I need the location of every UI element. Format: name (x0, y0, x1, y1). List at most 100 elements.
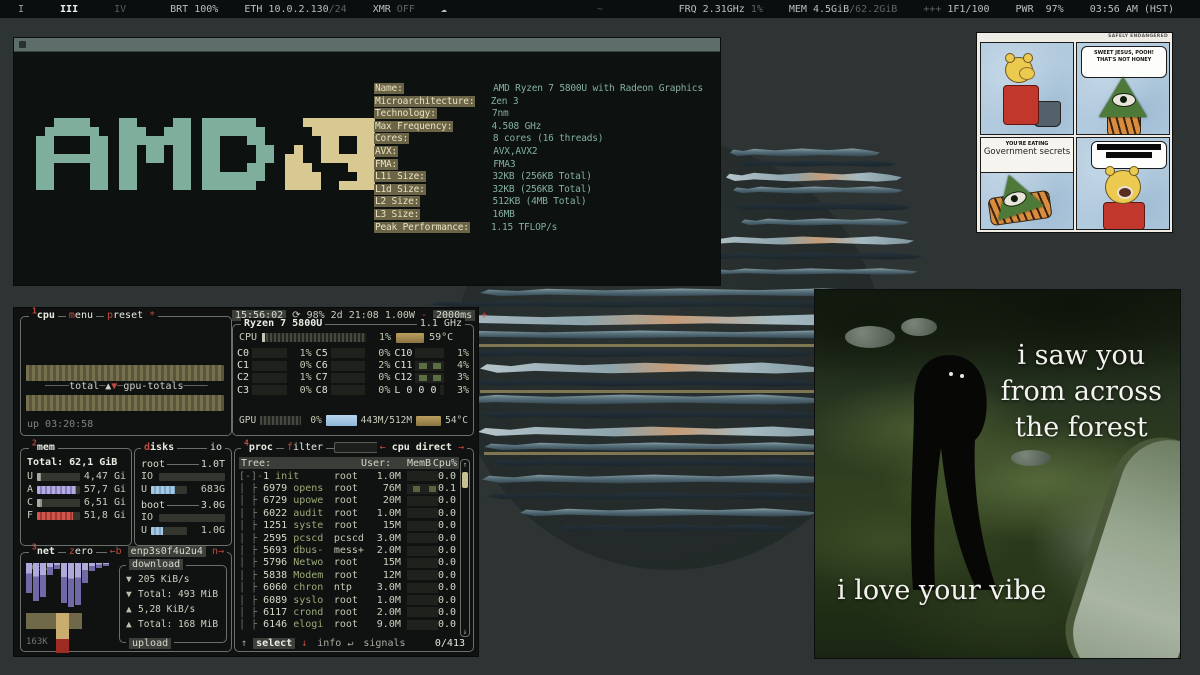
tab-disks[interactable]: disks (141, 442, 177, 453)
disk-used-row: U1.0G (141, 525, 225, 536)
mem-meter-row: A57,7 Gi (27, 484, 126, 495)
amd-letter (202, 118, 274, 190)
terminal-body[interactable]: Name:AMD Ryzen 7 5800U with Radeon Graph… (14, 52, 720, 285)
comic-panel-1 (980, 42, 1074, 135)
net-stats-box: download ▼205 KiB/s▼Total: 493 MiB▲5,28 … (119, 565, 227, 643)
net-download-bar (33, 563, 39, 601)
amd-letter (36, 118, 108, 190)
focused-window-title: ~ (0, 4, 1200, 15)
status-bar: IIIIIV BRT 100% ETH 10.0.2.130/24 XMR OF… (0, 0, 1200, 18)
core-usage-cell: C01% (237, 347, 312, 359)
tab-proc[interactable]: 4proc (241, 442, 276, 453)
disk-io-row: IO (141, 512, 225, 523)
info-control[interactable]: info ↵ (317, 638, 353, 649)
cpufetch-row: Name:AMD Ryzen 7 5800U with Radeon Graph… (374, 83, 703, 96)
core-usage-cell: L 0 0 03% (394, 384, 469, 396)
cpu-usage-row: CPU 1% 59°C (239, 332, 468, 343)
mem-meter-row: U4,47 Gi (27, 471, 126, 482)
scroll-down-icon[interactable]: ↓ (461, 627, 469, 636)
core-usage-cell: C50% (316, 347, 391, 359)
uptime-text: up 03:20:58 (27, 419, 93, 430)
cpu-model-title: Ryzen 7 5800U (241, 318, 325, 329)
cpu-current-freq: 1.1 GHz (417, 318, 465, 329)
net-download-bar (103, 563, 109, 566)
net-iface-switcher[interactable]: ←b enp3s0f4u2u4 n→ (107, 546, 227, 557)
process-row[interactable]: │ ├ 6089 sysloroot1.0M0.0 (239, 594, 459, 606)
comic-bubble-text: SWEET JESUS, POOH! THAT'S NOT HONEY (1082, 47, 1166, 66)
core-usage-cell: C70% (316, 372, 391, 384)
cpufetch-row: Technology:7nm (374, 108, 703, 121)
process-row[interactable]: │ ├ 1251 systeroot15M0.0 (239, 520, 459, 532)
proc-graph-mode[interactable]: ← cpu direct → (377, 442, 467, 453)
amd-letter (119, 118, 191, 190)
disk-io-row: IO (141, 471, 225, 482)
net-stat-row: ▼205 KiB/s (126, 574, 222, 585)
net-zero-button[interactable]: zero (66, 546, 96, 557)
cpufetch-row: L3 Size:16MB (374, 209, 703, 222)
net-traffic-graph: 163K 163K (26, 563, 116, 647)
proc-filter-button[interactable]: filter (284, 442, 326, 453)
preset-button[interactable]: preset * (104, 310, 158, 321)
proc-scrollbar[interactable]: ↑ ↓ (460, 459, 470, 637)
menu-button[interactable]: m​enu (66, 310, 96, 321)
process-row[interactable]: [-]-1 initroot1.0M0.0 (239, 470, 459, 482)
process-panel: 4proc filter ← cpu direct → Tree: User: … (234, 448, 474, 652)
comic-panel-4 (1076, 137, 1170, 230)
process-row[interactable]: │ ├ 5838 Modemroot12M0.0 (239, 569, 459, 581)
process-row[interactable]: │ ├ 5796 Networoot15M0.0 (239, 557, 459, 569)
cpufetch-output: Name:AMD Ryzen 7 5800U with Radeon Graph… (374, 83, 703, 234)
tab-mem[interactable]: 2mem (29, 442, 58, 453)
signals-control[interactable]: signals (363, 638, 405, 649)
process-row[interactable]: │ ├ 2595 pcscdpcscd3.0M0.0 (239, 532, 459, 544)
core-usage-grid: C01%C10%C21%C30%C50%C62%C70%C80%C101%C11… (237, 347, 469, 397)
forest-caption-top: i saw you from across the forest (1001, 338, 1162, 446)
proc-column-headers[interactable]: Tree: User: MemB Cpu% (239, 457, 459, 469)
tab-cpu[interactable]: 1cpu (29, 310, 58, 321)
disks-io-toggle[interactable]: io (207, 442, 225, 453)
net-download-bar (75, 563, 81, 605)
net-upload-bar (26, 613, 82, 629)
process-row[interactable]: │ ├ 6022 auditroot1.0M0.0 (239, 507, 459, 519)
process-row[interactable]: │ ├ 5693 dbus-mess+2.0M0.0 (239, 544, 459, 556)
forest-caption-bottom: i love your vibe (837, 575, 1046, 606)
cpufetch-row: Peak Performance:1.15 TFLOP/s (374, 222, 703, 235)
tab-net[interactable]: 3net (29, 546, 58, 557)
select-control[interactable]: ↑ select ↓ (241, 638, 307, 649)
network-panel: 3net zero ←b enp3s0f4u2u4 n→ 163K 163K d… (20, 552, 232, 652)
core-usage-cell: C62% (316, 359, 391, 371)
comic-panel-3: YOU'RE EATING Government secrets (980, 137, 1074, 230)
net-download-bar (96, 563, 102, 568)
mem-total: Total: 62,1 GiB (27, 457, 117, 468)
pooh-shocked-mouth (1117, 186, 1133, 199)
forest-meme-image: i saw you from across the forest i love … (815, 290, 1180, 658)
graph-mode-toggle[interactable]: ────total─▲▼─gpu-totals──── (45, 381, 208, 392)
net-stat-row: ▲5,28 KiB/s (126, 604, 222, 615)
process-row[interactable]: │ ├ 6060 chronntp3.0M0.0 (239, 582, 459, 594)
cpufetch-row: L1d Size:32KB (256KB Total) (374, 184, 703, 197)
amd-ascii-logo (36, 118, 375, 190)
process-row[interactable]: │ ├ 6117 crondroot2.0M0.0 (239, 606, 459, 618)
amd-arrow-icon (285, 118, 375, 190)
gpu-total-graph (26, 395, 224, 411)
scroll-up-icon[interactable]: ↑ (461, 460, 469, 469)
core-usage-cell: C80% (316, 384, 391, 396)
cpu-graph-panel: 1cpu m​enu preset * ────total─▲▼─gpu-tot… (20, 316, 232, 436)
process-row[interactable]: │ ├ 6979 opensroot76M0.1 (239, 482, 459, 494)
glitch-strip (484, 452, 838, 455)
cpufetch-row: L1i Size:32KB (256KB Total) (374, 171, 703, 184)
net-download-bar (89, 563, 95, 571)
cpu-total-graph (26, 365, 224, 381)
terminal-icon (19, 41, 26, 48)
terminal-titlebar[interactable] (14, 38, 720, 52)
net-download-bar (47, 563, 53, 575)
mem-meter-row: F51,8 Gi (27, 510, 126, 521)
process-row[interactable]: │ ├ 6729 upoweroot20M0.0 (239, 495, 459, 507)
disk-name-row: root1.0T (141, 459, 225, 470)
process-list[interactable]: [-]-1 initroot1.0M0.0│ ├ 6979 opensroot7… (239, 470, 459, 631)
process-row[interactable]: │ ├ 6146 elogiroot9.0M0.0 (239, 619, 459, 631)
net-upload-bar (56, 613, 69, 639)
desktop: IIIIIV BRT 100% ETH 10.0.2.130/24 XMR OF… (0, 0, 1200, 675)
net-download-bar (61, 563, 67, 603)
net-download-bar (82, 563, 88, 583)
memory-panel: 2mem Total: 62,1 GiB U4,47 GiA57,7 GiC6,… (20, 448, 132, 546)
